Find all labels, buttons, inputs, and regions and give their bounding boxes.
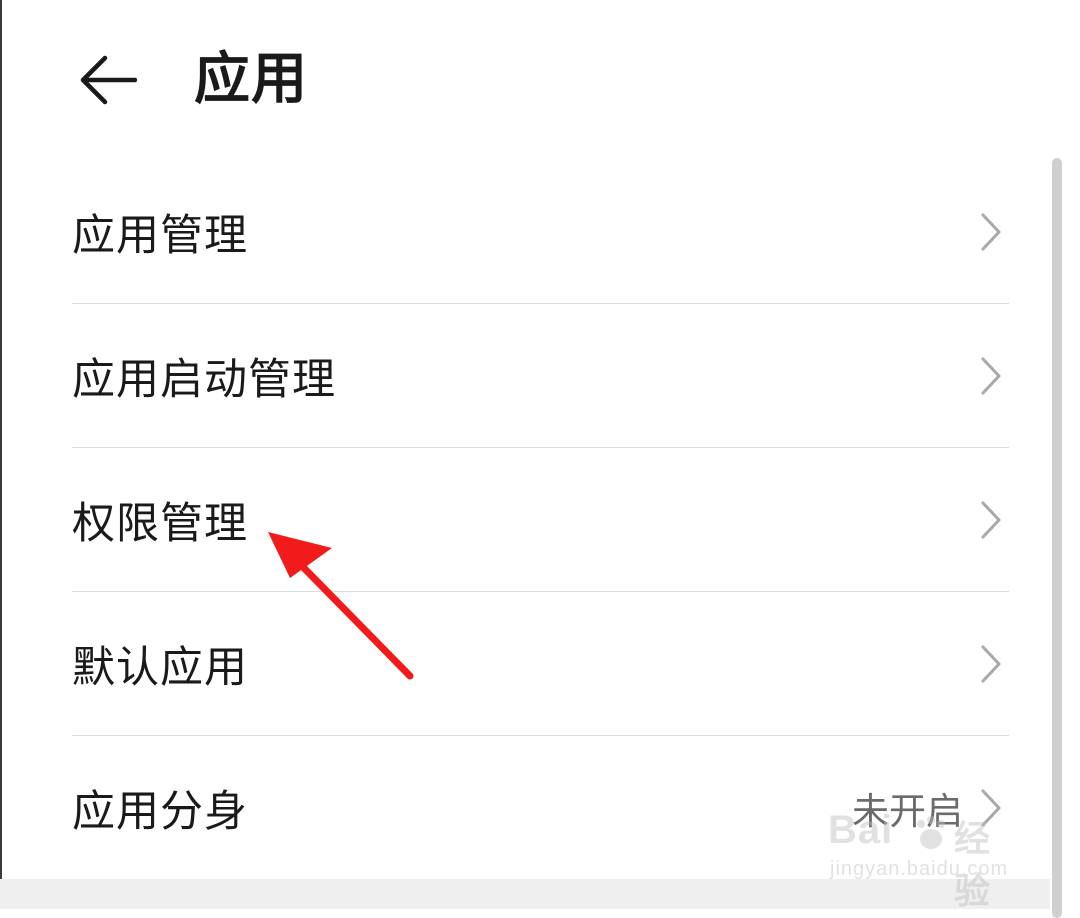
chevron-right-icon: [977, 354, 1005, 398]
list-item-label: 应用分身: [72, 786, 248, 837]
watermark-url: jingyan.baidu.com: [830, 858, 1009, 880]
list-item-label: 权限管理: [72, 498, 248, 549]
scrollbar[interactable]: [1052, 158, 1062, 918]
list-item-label: 默认应用: [72, 642, 248, 693]
baidu-watermark: Bai 经验 jingyan.baidu.com: [828, 808, 1024, 912]
chevron-right-icon: [977, 498, 1005, 542]
chevron-right-icon: [977, 642, 1005, 686]
list-item-permission-management[interactable]: 权限管理: [72, 448, 1009, 592]
list-item-label: 应用启动管理: [72, 354, 336, 405]
list-item-app-management[interactable]: 应用管理: [72, 160, 1009, 304]
watermark-brand: Bai: [828, 808, 894, 852]
settings-list: 应用管理 应用启动管理 权限管理 默认应用 应用分身 未开启: [72, 160, 1009, 879]
list-item-app-launch-management[interactable]: 应用启动管理: [72, 304, 1009, 448]
chevron-right-icon: [977, 210, 1005, 254]
list-item-default-apps[interactable]: 默认应用: [72, 592, 1009, 736]
list-item-label: 应用管理: [72, 210, 248, 261]
app-bar: 应用: [0, 0, 1080, 160]
paw-icon: [917, 816, 945, 849]
back-button[interactable]: [72, 44, 144, 116]
page-title: 应用: [194, 47, 308, 112]
arrow-left-icon: [80, 55, 137, 105]
